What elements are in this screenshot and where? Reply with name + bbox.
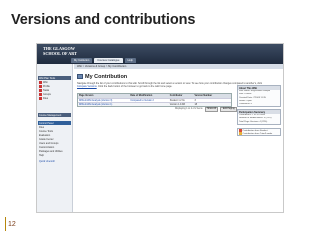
compare-cell (129, 103, 168, 106)
folder-icon (39, 93, 42, 96)
table-header-row: Page Version Date of Modification Contri… (78, 94, 231, 98)
table-row: Difficult Wiki Analysis (Version 3) Comp… (78, 98, 231, 102)
institution-banner: THE GLASGOW SCHOOL OF ART My Institution… (37, 44, 283, 64)
version-number-cell: 3 (194, 99, 196, 102)
slide-number-accent (5, 217, 6, 231)
slide-number: 12 (8, 221, 16, 228)
show-all-button[interactable]: Show All (204, 107, 219, 112)
table-row: Difficult Wiki Analysis (Version 1) Vers… (78, 102, 231, 106)
sidebar-header-management: Course Management (38, 113, 71, 117)
sidebar-header-tools: Wiki Plan Tools (38, 76, 71, 80)
folder-icon (39, 97, 42, 100)
sidebar-item-help[interactable]: Help (39, 154, 71, 158)
tab-courses[interactable]: Courses Catalogue (94, 58, 123, 63)
panel-line: Comments: 0 (239, 103, 253, 106)
legend-item: Contribution from Tutor/Leader (238, 132, 280, 135)
about-wiki-panel: About This Wiki Wiki Name: Registration … (237, 85, 281, 107)
table-footer: Displaying 1 to 2 of 2 items Show All Ed… (175, 107, 238, 112)
folder-icon (39, 81, 42, 84)
top-tabs: My Institution Courses Catalogue Help (71, 58, 136, 63)
panel-line: Total Page Versions: 4 (29%) (239, 120, 268, 123)
column-header-contributor[interactable]: Contributor (169, 94, 194, 98)
school-logo: THE GLASGOW SCHOOL OF ART (43, 46, 77, 56)
version-link[interactable]: Difficult Wiki Analysis (Version 1) (78, 103, 129, 106)
version-link[interactable]: Difficult Wiki Analysis (Version 3) (78, 99, 129, 102)
compare-link[interactable]: Compared to Version 2 (129, 99, 168, 102)
edit-paging-button[interactable]: Edit Paging (220, 107, 238, 112)
column-header-version-number[interactable]: Version Number (193, 94, 231, 98)
items-count: Displaying 1 to 2 of 2 items (175, 108, 203, 111)
compare-versions-link[interactable]: Compare Versions (77, 85, 97, 88)
folder-icon (39, 85, 42, 88)
tab-my-institution[interactable]: My Institution (71, 58, 93, 63)
participation-panel: Participation Summary Contributors: 1 of… (237, 109, 281, 125)
legend-swatch (239, 129, 242, 132)
legend-swatch (239, 132, 242, 135)
tab-help[interactable]: Help (124, 58, 136, 63)
slide-title: Versions and contributions (11, 12, 196, 28)
version-number-cell: 18 (194, 103, 198, 106)
folder-icon (39, 89, 42, 92)
main-content: My Contribution Navigate through the lis… (75, 71, 283, 212)
lms-screenshot: THE GLASGOW SCHOOL OF ART My Institution… (36, 43, 284, 213)
legend-panel: Contribution from Student Contribution f… (237, 128, 281, 137)
contributor-cell: Student 1 2 3s (169, 99, 185, 102)
contributor-cell: Version 1.0 AB (169, 103, 185, 106)
sidebar-item-files[interactable]: Files (39, 97, 71, 101)
contributions-table: Page Version Date of Modification Contri… (77, 93, 232, 107)
column-header-date[interactable]: Date of Modification (129, 94, 168, 98)
sidebar-header-control-panel[interactable]: Control Panel (38, 121, 71, 125)
column-header-page-version[interactable]: Page Version (78, 94, 129, 98)
sidebar-quick-unenroll[interactable]: Quick Unenroll (39, 160, 71, 164)
breadcrumb-bar: Wiki > Versions & Group > My Contributio… (74, 64, 283, 69)
course-sidebar: Wiki Plan Tools Wiki Profile Tasks Group… (37, 64, 73, 212)
wiki-icon (77, 74, 83, 79)
page-title: My Contribution (85, 73, 128, 80)
breadcrumb[interactable]: Wiki > Versions & Group > My Contributio… (77, 65, 126, 68)
